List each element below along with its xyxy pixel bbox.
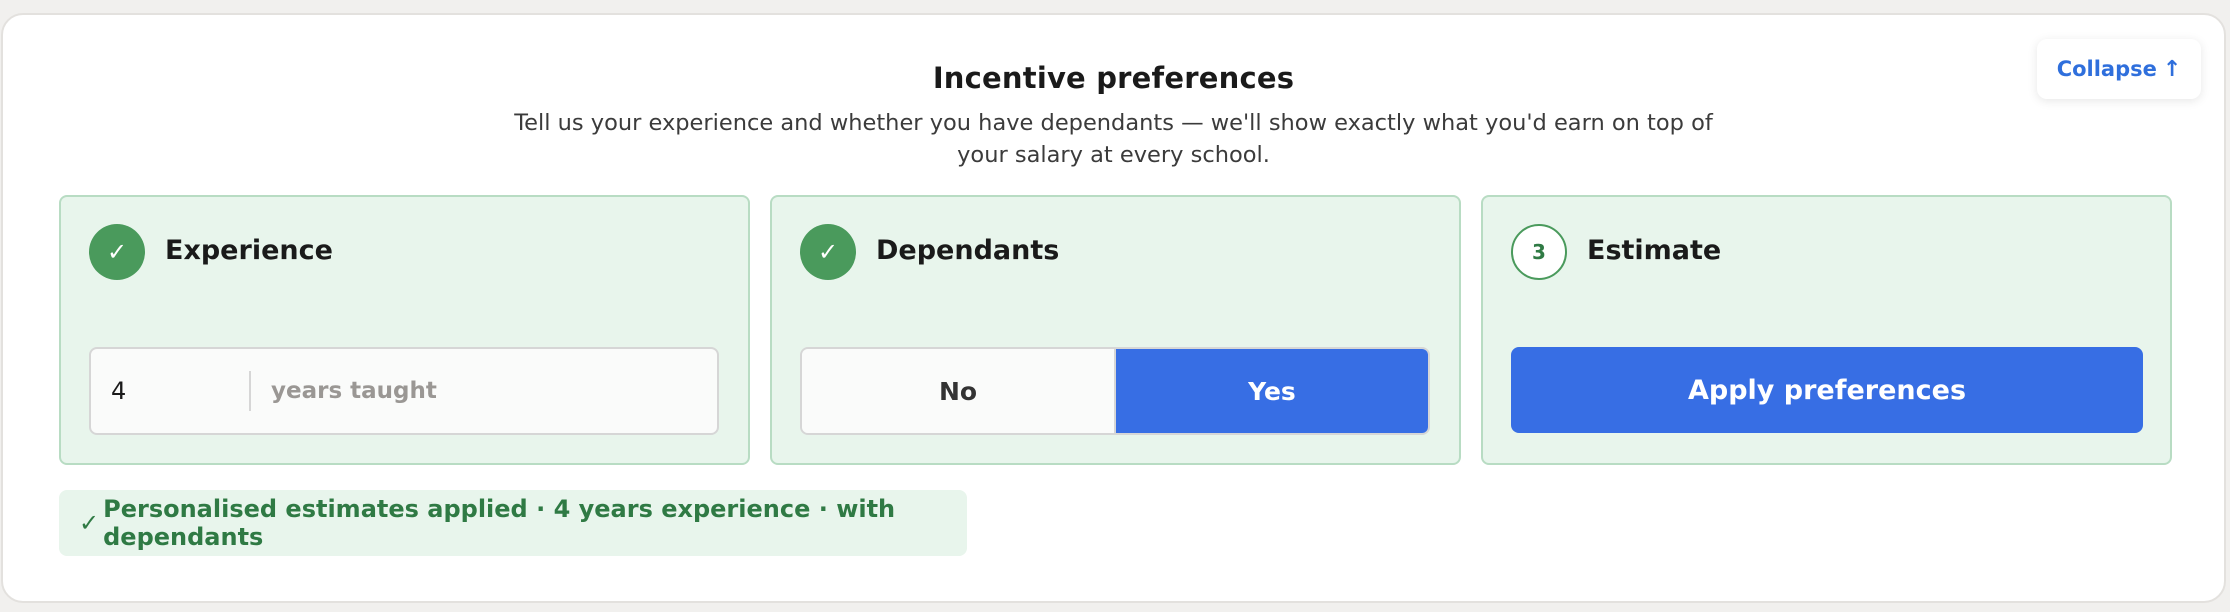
collapse-button[interactable]: Collapse ↑ (2037, 39, 2201, 99)
step-complete-check-icon: ✓ (89, 224, 145, 280)
dependants-title: Dependants (876, 235, 1060, 266)
step-number-badge: 3 (1511, 224, 1567, 280)
dependants-card: ✓ Dependants No Yes (770, 195, 1461, 465)
dependants-no-option[interactable]: No (802, 349, 1116, 433)
arrow-up-icon: ↑ (2162, 56, 2182, 82)
step-complete-check-icon: ✓ (800, 224, 856, 280)
dependants-yes-option[interactable]: Yes (1116, 349, 1428, 433)
status-banner: ✓ Personalised estimates applied · 4 yea… (59, 490, 967, 556)
incentive-preferences-panel: Incentive preferences Tell us your exper… (1, 13, 2226, 603)
estimate-title: Estimate (1587, 235, 1722, 266)
check-icon: ✓ (79, 509, 100, 537)
page-title: Incentive preferences (932, 61, 1295, 95)
years-taught-field: years taught (89, 347, 719, 435)
collapse-label: Collapse (2056, 57, 2157, 81)
years-taught-unit: years taught (271, 378, 437, 404)
years-taught-input[interactable] (91, 371, 251, 411)
apply-preferences-button[interactable]: Apply preferences (1511, 347, 2143, 433)
page-subtitle: Tell us your experience and whether you … (514, 110, 1713, 168)
status-text: Personalised estimates applied · 4 years… (103, 495, 896, 551)
experience-card: ✓ Experience years taught (59, 195, 750, 465)
estimate-card: 3 Estimate Apply preferences (1481, 195, 2172, 465)
experience-title: Experience (165, 235, 333, 266)
panel-header: Incentive preferences Tell us your exper… (3, 61, 2224, 171)
dependants-toggle: No Yes (800, 347, 1430, 435)
